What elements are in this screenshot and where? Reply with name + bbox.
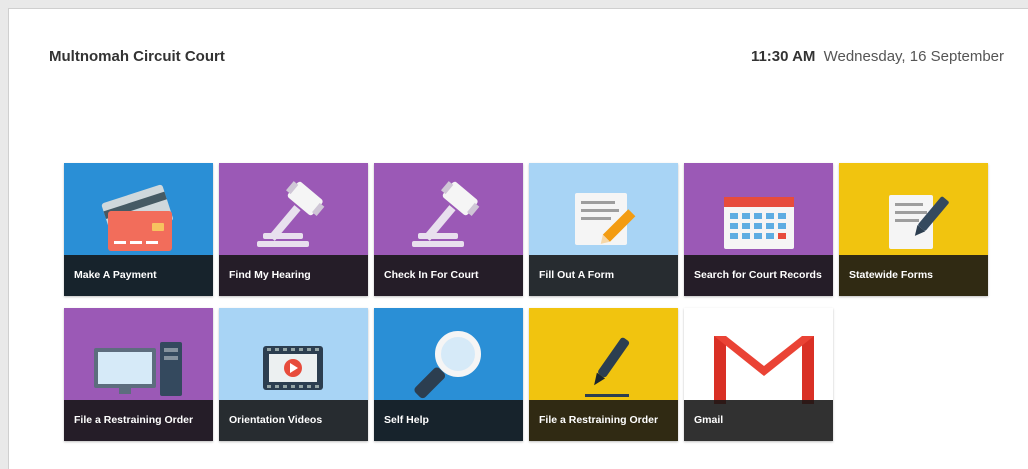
tile-label: Self Help — [384, 414, 429, 426]
tile-label: File a Restraining Order — [539, 414, 659, 426]
tile-file-restraining-order-2[interactable]: File a Restraining Order — [529, 308, 678, 441]
clock-time: 11:30 AM — [750, 48, 816, 65]
form-pencil-icon — [575, 193, 636, 245]
tile-orientation-videos[interactable]: Orientation Videos — [219, 308, 368, 441]
tile-statewide-forms[interactable]: Statewide Forms — [839, 163, 988, 296]
gavel-icon — [412, 181, 480, 247]
tile-check-in-for-court[interactable]: Check In For Court — [374, 163, 523, 296]
tile-file-restraining-order-1[interactable]: File a Restraining Order — [64, 308, 213, 441]
tile-label: Orientation Videos — [229, 414, 323, 426]
tile-label: Make A Payment — [74, 269, 157, 281]
tile-fill-out-a-form[interactable]: Fill Out A Form — [529, 163, 678, 296]
computer-icon — [94, 342, 182, 396]
date-time: 11:30 AM Wednesday, 16 September — [751, 48, 1004, 65]
calendar-icon — [724, 197, 794, 249]
tile-label: Search for Court Records — [694, 269, 822, 281]
tile-search-court-records[interactable]: Search for Court Records — [684, 163, 833, 296]
tile-gmail[interactable]: Gmail — [684, 308, 833, 441]
tile-self-help[interactable]: Self Help — [374, 308, 523, 441]
tile-find-my-hearing[interactable]: Find My Hearing — [219, 163, 368, 296]
court-name: Multnomah Circuit Court — [49, 48, 225, 65]
tile-label: Find My Hearing — [229, 269, 311, 281]
credit-card-icon — [101, 184, 173, 251]
clock-date: Wednesday, 16 September — [823, 48, 1004, 65]
tile-label: Statewide Forms — [849, 269, 934, 281]
magnifier-icon — [414, 331, 481, 399]
gavel-icon — [257, 181, 325, 247]
tile-make-a-payment[interactable]: Make A Payment — [64, 163, 213, 296]
document-pen-icon — [889, 195, 949, 249]
kiosk-window: Multnomah Circuit Court 11:30 AM Wednesd… — [8, 8, 1028, 469]
tile-label: Check In For Court — [384, 269, 479, 281]
tile-label: File a Restraining Order — [74, 414, 194, 426]
gmail-icon — [714, 336, 814, 404]
video-player-icon — [263, 346, 323, 390]
tile-label: Gmail — [694, 414, 724, 426]
pen-icon — [585, 337, 630, 397]
tile-label: Fill Out A Form — [539, 269, 615, 281]
